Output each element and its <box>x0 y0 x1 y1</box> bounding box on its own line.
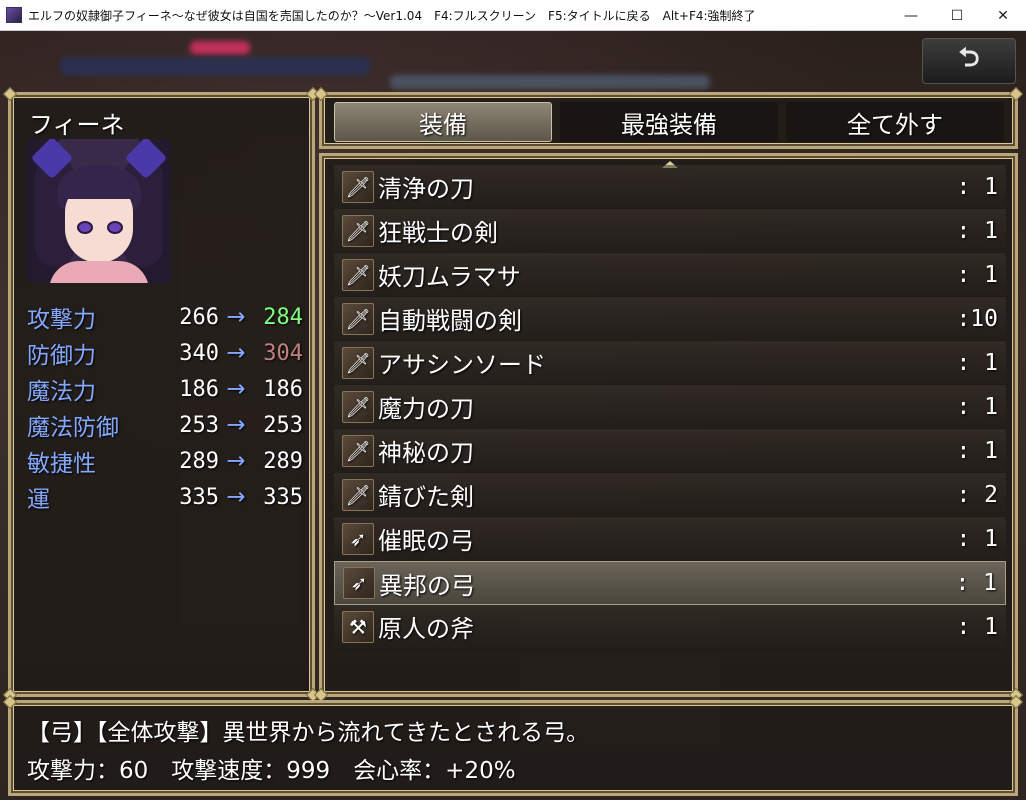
list-item[interactable]: 🗡 狂戦士の剣 : 1 <box>334 209 1006 253</box>
item-name: 神秘の刀 <box>378 439 474 467</box>
axe-icon: ⚒ <box>342 610 374 643</box>
command-window: 装備 最強装備 全て外す <box>313 86 1024 149</box>
list-item[interactable]: ➶ 催眠の弓 : 1 <box>334 517 1006 561</box>
sword-icon: 🗡 <box>342 214 374 247</box>
param-new: 335 <box>263 484 303 510</box>
param-new: 253 <box>263 412 303 438</box>
param-new: 304 <box>263 340 303 366</box>
optimize-command[interactable]: 最強装備 <box>560 102 778 142</box>
background-blur <box>60 57 370 75</box>
list-item[interactable]: ⚒ 原人の斧 : 1 <box>334 605 1006 649</box>
param-list: 攻撃力 266 → 284 防御力 340 → 304 魔法力 186 → 18… <box>27 299 307 515</box>
item-name: 原人の斧 <box>378 615 474 643</box>
item-count: : 1 <box>956 613 998 640</box>
sword-icon: 🗡 <box>342 258 374 291</box>
background-blur <box>190 41 250 55</box>
item-count: : 1 <box>956 525 998 552</box>
list-item[interactable]: 🗡 錆びた剣 : 2 <box>334 473 1006 517</box>
param-name: 運 <box>27 487 50 513</box>
param-name: 魔法力 <box>27 379 96 405</box>
item-name: 清浄の刀 <box>378 175 474 203</box>
item-name: アサシンソード <box>378 351 546 379</box>
param-name: 攻撃力 <box>27 307 96 333</box>
right-arrow-icon: → <box>226 412 246 438</box>
param-name: 魔法防御 <box>27 415 119 441</box>
item-name: 錆びた剣 <box>378 483 474 511</box>
item-count: :10 <box>956 305 998 332</box>
param-new: 289 <box>263 448 303 474</box>
actor-name: フィーネ <box>29 111 125 139</box>
param-new: 284 <box>263 304 303 330</box>
param-current: 340 <box>179 340 219 366</box>
actor-portrait <box>27 139 171 283</box>
item-count: : 1 <box>956 437 998 464</box>
help-description: 【弓】【全体攻撃】異世界から流れてきたとされる弓。 <box>27 720 590 746</box>
item-count: : 1 <box>955 570 997 596</box>
list-item[interactable]: 🗡 清浄の刀 : 1 <box>334 165 1006 209</box>
right-arrow-icon: → <box>226 448 246 474</box>
back-button[interactable]: ⮌ <box>922 38 1016 84</box>
item-count: : 1 <box>956 173 998 200</box>
param-name: 敏捷性 <box>27 451 96 477</box>
sword-icon: 🗡 <box>342 478 374 511</box>
param-current: 335 <box>179 484 219 510</box>
list-item[interactable]: 🗡 自動戦闘の剣 :10 <box>334 297 1006 341</box>
equip-command[interactable]: 装備 <box>334 102 552 142</box>
item-count: : 2 <box>956 481 998 508</box>
list-item[interactable]: 🗡 神秘の刀 : 1 <box>334 429 1006 473</box>
param-row-luck: 運 335 → 335 <box>27 479 307 515</box>
param-current: 186 <box>179 376 219 402</box>
param-current: 266 <box>179 304 219 330</box>
window-controls: — ☐ ✕ <box>888 0 1026 31</box>
param-name: 防御力 <box>27 343 96 369</box>
bow-icon: ➶ <box>342 522 374 555</box>
sword-icon: 🗡 <box>342 390 374 423</box>
sword-icon: 🗡 <box>342 346 374 379</box>
item-name: 異邦の弓 <box>379 571 475 600</box>
item-name: 魔力の刀 <box>378 395 474 423</box>
return-arrow-icon: ⮌ <box>958 43 980 73</box>
list-item[interactable]: 🗡 妖刀ムラマサ : 1 <box>334 253 1006 297</box>
minimize-button[interactable]: — <box>888 0 934 31</box>
param-row-defense: 防御力 340 → 304 <box>27 335 307 371</box>
param-current: 289 <box>179 448 219 474</box>
right-arrow-icon: → <box>226 340 246 366</box>
item-count: : 1 <box>956 349 998 376</box>
help-window: 【弓】【全体攻撃】異世界から流れてきたとされる弓。 攻撃力：60 攻撃速度：99… <box>2 694 1024 796</box>
list-item-selected[interactable]: ➶ 異邦の弓 : 1 <box>334 561 1006 605</box>
window-titlebar: エルフの奴隷御子フィーネ～なぜ彼女は自国を売国したのか？～Ver1.04 F4:… <box>0 0 1026 31</box>
param-row-agility: 敏捷性 289 → 289 <box>27 443 307 479</box>
background-blur <box>390 75 710 89</box>
param-current: 253 <box>179 412 219 438</box>
window-title: エルフの奴隷御子フィーネ～なぜ彼女は自国を売国したのか？～Ver1.04 F4:… <box>28 8 756 23</box>
maximize-button[interactable]: ☐ <box>934 0 980 31</box>
item-count: : 1 <box>956 217 998 244</box>
right-arrow-icon: → <box>226 376 246 402</box>
item-list-window: 🗡 清浄の刀 : 1 🗡 狂戦士の剣 : 1 🗡 妖刀ムラマサ : 1 🗡 自動… <box>313 153 1024 703</box>
list-item[interactable]: 🗡 魔力の刀 : 1 <box>334 385 1006 429</box>
help-stats: 攻撃力：60 攻撃速度：999 会心率：+20% <box>27 758 516 784</box>
sword-icon: 🗡 <box>342 302 374 335</box>
item-list: 🗡 清浄の刀 : 1 🗡 狂戦士の剣 : 1 🗡 妖刀ムラマサ : 1 🗡 自動… <box>334 165 1006 649</box>
param-row-attack: 攻撃力 266 → 284 <box>27 299 307 335</box>
list-item[interactable]: 🗡 アサシンソード : 1 <box>334 341 1006 385</box>
sword-icon: 🗡 <box>342 170 374 203</box>
param-row-magic-attack: 魔法力 186 → 186 <box>27 371 307 407</box>
sword-icon: 🗡 <box>342 434 374 467</box>
app-icon <box>6 7 22 23</box>
param-new: 186 <box>263 376 303 402</box>
item-name: 狂戦士の剣 <box>378 219 498 247</box>
param-row-magic-defense: 魔法防御 253 → 253 <box>27 407 307 443</box>
bow-icon: ➶ <box>343 567 375 599</box>
item-name: 催眠の弓 <box>378 527 474 555</box>
right-arrow-icon: → <box>226 484 246 510</box>
item-name: 妖刀ムラマサ <box>378 263 521 291</box>
item-count: : 1 <box>956 393 998 420</box>
right-arrow-icon: → <box>226 304 246 330</box>
item-name: 自動戦闘の剣 <box>378 307 522 335</box>
close-button[interactable]: ✕ <box>980 0 1026 31</box>
item-count: : 1 <box>956 261 998 288</box>
clear-command[interactable]: 全て外す <box>786 102 1004 142</box>
status-window: フィーネ 攻撃力 266 → 284 防御力 340 → 304 魔法力 186… <box>2 86 321 703</box>
